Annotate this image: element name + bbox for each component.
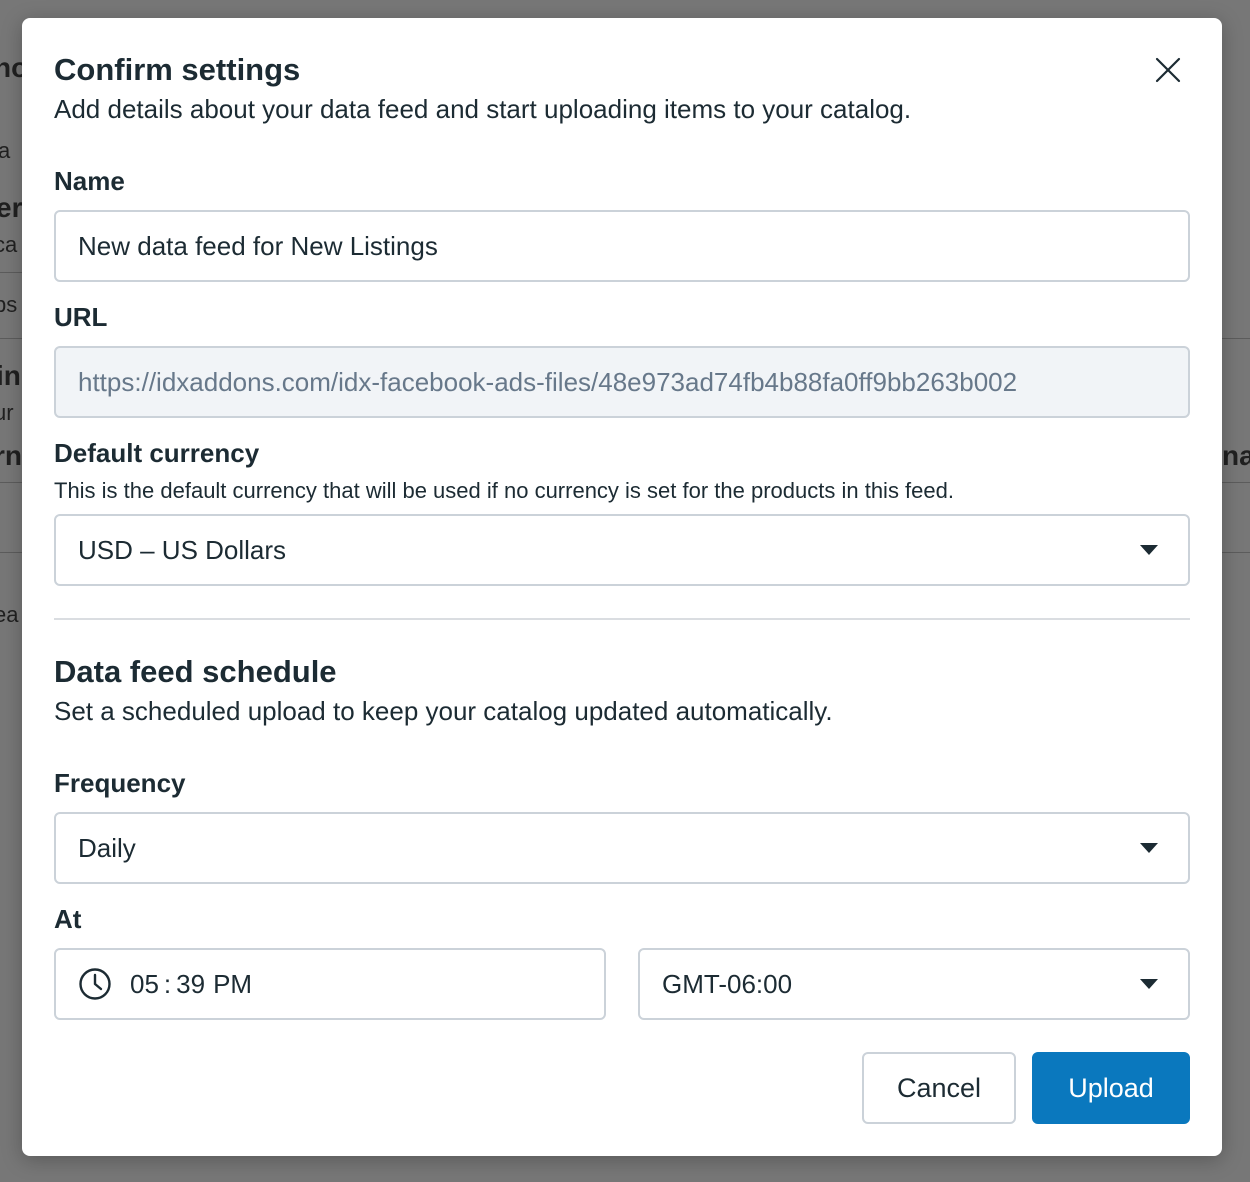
bg-text-fragment: a — [0, 138, 11, 163]
url-input: https://idxaddons.com/idx-facebook-ads-f… — [54, 346, 1190, 418]
frequency-select-value: Daily — [78, 832, 136, 863]
bg-text-fragment: ur — [0, 400, 14, 425]
at-label: At — [54, 904, 82, 934]
currency-label: Default currency — [54, 438, 260, 468]
confirm-settings-dialog: Confirm settings Add details about your … — [22, 18, 1222, 1156]
caret-down-icon — [1140, 545, 1158, 555]
time-period[interactable]: PM — [213, 969, 252, 1000]
close-icon — [1155, 57, 1181, 83]
schedule-subtitle: Set a scheduled upload to keep your cata… — [54, 696, 833, 726]
bg-divider — [0, 338, 22, 339]
caret-down-icon — [1140, 843, 1158, 853]
bg-divider — [0, 482, 22, 483]
name-label: Name — [54, 166, 125, 196]
time-separator: : — [163, 968, 172, 999]
section-divider — [54, 618, 1190, 620]
bg-divider — [1222, 482, 1250, 483]
bg-text-fragment: na — [1222, 440, 1250, 471]
name-input[interactable]: New data feed for New Listings — [54, 210, 1190, 282]
bg-text-fragment: rn — [0, 440, 22, 471]
bg-text-fragment: ca — [0, 232, 18, 257]
bg-divider — [0, 272, 22, 273]
timezone-select[interactable]: GMT-06:00 — [638, 948, 1190, 1020]
frequency-select[interactable]: Daily — [54, 812, 1190, 884]
url-input-value: https://idxaddons.com/idx-facebook-ads-f… — [78, 366, 1018, 397]
caret-down-icon — [1140, 979, 1158, 989]
url-label: URL — [54, 302, 108, 332]
currency-helper-text: This is the default currency that will b… — [54, 478, 954, 503]
bg-text-fragment: ea — [0, 602, 19, 627]
timezone-select-value: GMT-06:00 — [662, 968, 793, 999]
dialog-title: Confirm settings — [54, 52, 301, 87]
bg-divider — [1222, 338, 1250, 339]
dialog-subtitle: Add details about your data feed and sta… — [54, 94, 912, 124]
schedule-title: Data feed schedule — [54, 654, 337, 689]
time-hour[interactable]: 05 — [130, 969, 159, 1000]
currency-select-value: USD – US Dollars — [78, 534, 287, 565]
clock-icon — [79, 968, 111, 1000]
bg-divider — [1222, 552, 1250, 553]
currency-select[interactable]: USD – US Dollars — [54, 514, 1190, 586]
bg-text-fragment: er — [0, 192, 23, 223]
bg-text-fragment: in — [0, 360, 21, 391]
close-button[interactable] — [1150, 52, 1186, 88]
cancel-button[interactable]: Cancel — [862, 1052, 1016, 1124]
upload-button[interactable]: Upload — [1032, 1052, 1190, 1124]
name-input-value: New data feed for New Listings — [78, 230, 438, 261]
time-minute[interactable]: 39 — [176, 969, 205, 1000]
frequency-label: Frequency — [54, 768, 186, 798]
bg-text-fragment: ps — [0, 292, 18, 317]
bg-divider — [0, 552, 22, 553]
time-input[interactable]: 05 : 39 PM — [54, 948, 606, 1020]
